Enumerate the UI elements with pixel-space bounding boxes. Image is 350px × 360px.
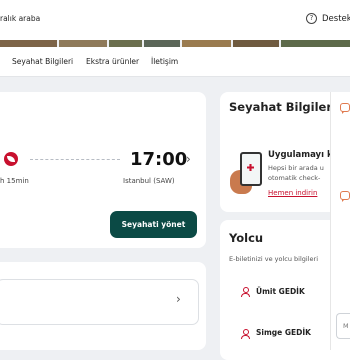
passenger-name: Simge GEDİK xyxy=(256,328,311,337)
sub-navigation: Seyahat Bilgileri Ekstra ürünler İletişi… xyxy=(0,47,350,77)
arrival-airport: Istanbul (SAW) xyxy=(123,177,175,185)
chevron-right-icon[interactable]: › xyxy=(176,292,181,306)
photo xyxy=(108,40,143,47)
photo xyxy=(144,40,180,47)
photo xyxy=(233,40,279,47)
photo xyxy=(280,40,350,47)
subnav-item-contact[interactable]: İletişim xyxy=(151,57,178,66)
card-row[interactable] xyxy=(0,279,199,325)
person-icon xyxy=(241,329,250,339)
passenger-name: Ümit GEDİK xyxy=(256,287,305,296)
chat-side-panel xyxy=(330,92,350,350)
chat-icon[interactable] xyxy=(340,103,350,113)
passenger-description: E-biletinizi ve yolcu bilgileri xyxy=(229,255,319,263)
chat-input[interactable]: M xyxy=(336,313,350,339)
car-rental-link[interactable]: ralık araba xyxy=(0,14,40,23)
person-icon xyxy=(241,287,250,297)
help-icon: ? xyxy=(306,13,317,24)
flight-duration: h 15min xyxy=(0,177,29,185)
phone-app-icon xyxy=(240,152,262,186)
passenger-title: Yolcu xyxy=(229,231,264,245)
manage-trip-button[interactable]: Seyahati yönet xyxy=(110,211,197,238)
photo-strip xyxy=(0,40,350,47)
arrival-time: 17:00 xyxy=(130,149,188,170)
app-promo-title: Uygulamayı k xyxy=(268,150,333,160)
airline-logo-icon xyxy=(4,152,18,166)
photo xyxy=(59,40,107,47)
subnav-item-extras[interactable]: Ekstra ürünler xyxy=(86,57,139,66)
top-bar: ralık araba ? Destek xyxy=(0,0,350,40)
app-promo-text: Hepsi bir arada u xyxy=(268,164,324,172)
app-promo-text: otomatik check- xyxy=(268,174,321,182)
chevron-right-icon[interactable]: › xyxy=(186,152,191,166)
chat-icon[interactable] xyxy=(340,191,350,201)
flight-route-line xyxy=(30,159,120,160)
photo xyxy=(181,40,232,47)
support-button[interactable]: ? Destek xyxy=(306,13,350,24)
photo xyxy=(0,40,58,47)
subnav-item-travel-info[interactable]: Seyahat Bilgileri xyxy=(12,57,73,66)
support-label: Destek xyxy=(322,13,350,24)
download-app-link[interactable]: Hemen indirin xyxy=(268,189,317,197)
travel-info-title: Seyahat Bilgileri xyxy=(229,100,336,114)
